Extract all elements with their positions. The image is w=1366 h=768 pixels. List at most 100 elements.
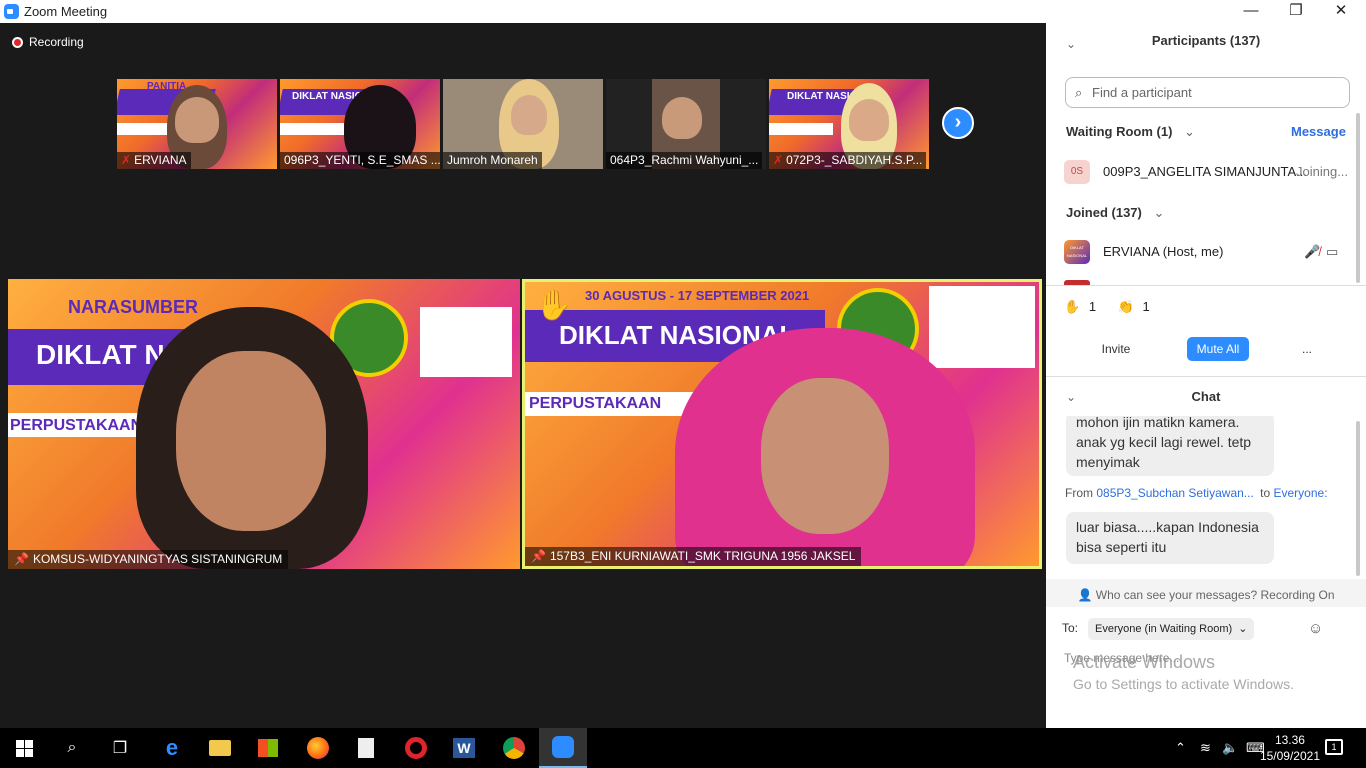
joined-header[interactable]: Joined (137) ⌄ <box>1066 205 1164 221</box>
video-tile-right-active-speaker[interactable]: 30 AGUSTUS - 17 SEPTEMBER 2021 DIKLAT NA… <box>522 279 1042 569</box>
joined-participant-row[interactable]: DIKLAT NASIONAL ERVIANA (Host, me) 🎤̸ ▭ <box>1064 240 1354 264</box>
participant-name: 009P3_ANGELITA SIMANJUNTA... <box>1103 164 1307 179</box>
chat-recipient-select[interactable]: Everyone (in Waiting Room) ⌄ <box>1088 618 1255 640</box>
task-view-icon[interactable]: ❐ <box>96 728 144 768</box>
video-camera-icon[interactable]: ▭ <box>1326 240 1338 264</box>
video-thumbnail[interactable]: DIKLAT NASIONAL ✗ 072P3-_SABDIYAH.S.P... <box>769 79 929 169</box>
chat-messages[interactable]: mohon ijin matikn kamera. anak yg kecil … <box>1046 416 1366 576</box>
file-icon[interactable] <box>342 728 390 768</box>
chat-message: mohon ijin matikn kamera. anak yg kecil … <box>1066 416 1274 476</box>
windows-taskbar: ⌕ ❐ e W ⌃ ≋ 🔈 ⌨ 13.36 15/09/2021 1 <box>0 728 1366 768</box>
participants-title: Participants (137) <box>1151 33 1261 48</box>
raised-hand-icon: ✋ <box>1064 299 1081 314</box>
opera-icon[interactable] <box>392 728 440 768</box>
more-options-button[interactable]: ... <box>1296 337 1318 361</box>
show-hidden-icons-icon[interactable]: ⌃ <box>1175 740 1186 756</box>
sender-name[interactable]: 085P3_Subchan Setiyawan... <box>1096 486 1253 500</box>
raised-hand-icon: ✋ <box>535 289 573 322</box>
next-page-arrow-icon[interactable]: › <box>942 107 974 139</box>
firefox-icon[interactable] <box>294 728 342 768</box>
banner-main-text: DIKLAT N <box>36 339 165 370</box>
waiting-room-label: Waiting Room (1) <box>1066 124 1173 139</box>
participants-chat-panel: ⌄ Participants (137) ⌕ Find a participan… <box>1046 23 1366 728</box>
participant-face <box>662 97 702 139</box>
pin-icon: 📌 <box>531 549 546 563</box>
chat-message: luar biasa.....kapan Indonesia bisa sepe… <box>1066 512 1274 564</box>
search-icon[interactable]: ⌕ <box>48 728 96 768</box>
emoji-icon[interactable]: ☺ <box>1308 620 1323 637</box>
watermark-subtitle: Go to Settings to activate Windows. <box>1073 676 1294 692</box>
participant-name: ERVIANA (Host, me) <box>1103 244 1224 259</box>
participant-avatar: 0S <box>1064 160 1090 184</box>
thumbnail-name: ✗ 072P3-_SABDIYAH.S.P... <box>769 152 927 169</box>
taskbar-clock[interactable]: 13.36 15/09/2021 <box>1260 732 1320 764</box>
library-logo-icon <box>420 307 512 377</box>
meeting-video-area: Recording PANITIA ✗ ERVIANA DIKLAT NASION… <box>0 23 1046 728</box>
video-thumbnail[interactable]: 064P3_Rachmi Wahyuni_... <box>606 79 766 169</box>
participant-search-input[interactable]: ⌕ Find a participant <box>1065 77 1350 108</box>
file-explorer-icon[interactable] <box>196 728 244 768</box>
people-icon: 👤 <box>1077 588 1093 602</box>
chat-sender-line: From 085P3_Subchan Setiyawan... to Every… <box>1065 486 1328 500</box>
speaker-face <box>176 351 326 531</box>
waiting-room-header[interactable]: Waiting Room (1) ⌄ <box>1066 124 1195 140</box>
divider <box>1046 285 1366 286</box>
privacy-text: Who can see your messages? Recording On <box>1095 588 1335 602</box>
raised-hand-count: 1 <box>1088 299 1097 314</box>
minimize-button[interactable]: — <box>1228 0 1274 23</box>
mute-all-button[interactable]: Mute All <box>1187 337 1249 361</box>
maximize-button[interactable]: ❐ <box>1273 0 1319 23</box>
participants-scrollbar[interactable] <box>1356 113 1360 283</box>
tile-name: 📌 KOMSUS-WIDYANINGTYAS SISTANINGRUM <box>8 550 289 569</box>
banner-top-text: NARASUMBER <box>68 297 198 317</box>
record-icon <box>12 36 23 48</box>
waiting-participant-row[interactable]: 0S 009P3_ANGELITA SIMANJUNTA... Joining.… <box>1064 160 1354 184</box>
notification-center-icon[interactable]: 1 <box>1325 738 1343 755</box>
volume-icon[interactable]: 🔈 <box>1222 740 1238 756</box>
zoom-app-icon[interactable] <box>539 728 587 768</box>
close-button[interactable]: ✕ <box>1318 0 1364 23</box>
chat-privacy-info[interactable]: 👤 Who can see your messages? Recording O… <box>1046 588 1366 602</box>
chrome-icon[interactable] <box>490 728 538 768</box>
video-thumbnail[interactable]: DIKLAT NASIONAL 096P3_YENTI, S.E_SMAS ..… <box>280 79 440 169</box>
video-thumbnail[interactable]: Jumroh Monareh <box>443 79 603 169</box>
library-logo-icon <box>929 286 1035 368</box>
clock-date: 15/09/2021 <box>1259 749 1320 763</box>
window-title: Zoom Meeting <box>24 4 108 19</box>
recipient-name[interactable]: Everyone: <box>1274 486 1328 500</box>
mic-muted-icon[interactable]: 🎤̸ <box>1304 240 1320 264</box>
reaction-counts: ✋ 1 👏 1 <box>1064 299 1150 315</box>
banner-top-text: 30 AGUSTUS - 17 SEPTEMBER 2021 <box>585 288 810 303</box>
start-windows-icon[interactable] <box>0 728 48 768</box>
recording-indicator[interactable]: Recording <box>12 35 84 49</box>
zoom-logo-icon <box>4 4 19 19</box>
thumbnail-name: Jumroh Monareh <box>443 152 542 169</box>
from-label: From <box>1065 486 1093 500</box>
to-word: to <box>1260 486 1271 500</box>
search-placeholder: Find a participant <box>1092 85 1192 100</box>
clock-time: 13.36 <box>1274 733 1305 747</box>
pin-icon: 📌 <box>14 552 29 566</box>
wifi-icon[interactable]: ≋ <box>1200 740 1211 756</box>
thumbnail-name: 064P3_Rachmi Wahyuni_... <box>606 152 763 169</box>
speaker-face <box>761 378 889 534</box>
mic-muted-icon: ✗ <box>121 153 132 167</box>
chat-scrollbar[interactable] <box>1356 421 1360 576</box>
participant-face <box>849 99 889 141</box>
message-waiting-room-link[interactable]: Message <box>1291 124 1346 139</box>
edge-browser-icon[interactable]: e <box>148 728 196 768</box>
to-label: To: <box>1062 621 1079 635</box>
banner-sub-text: PERPUSTAKAAN <box>10 417 143 434</box>
mic-muted-icon: ✗ <box>773 153 784 167</box>
thumbnail-name: ✗ ERVIANA <box>117 152 191 169</box>
video-tile-left[interactable]: NARASUMBER DIKLAT N PERPUSTAKAAN 📌 KOMSUS… <box>8 279 520 569</box>
store-icon[interactable] <box>244 728 292 768</box>
chat-title: Chat <box>1191 389 1221 404</box>
invite-button[interactable]: Invite <box>1092 337 1140 361</box>
video-thumbnail[interactable]: PANITIA ✗ ERVIANA <box>117 79 277 169</box>
chevron-down-icon: ⌄ <box>1153 205 1165 220</box>
search-icon: ⌕ <box>1075 85 1083 100</box>
chevron-down-icon: ⌄ <box>1184 124 1195 139</box>
word-icon[interactable]: W <box>440 728 488 768</box>
activate-windows-watermark: Activate Windows Go to Settings to activ… <box>1073 651 1294 695</box>
